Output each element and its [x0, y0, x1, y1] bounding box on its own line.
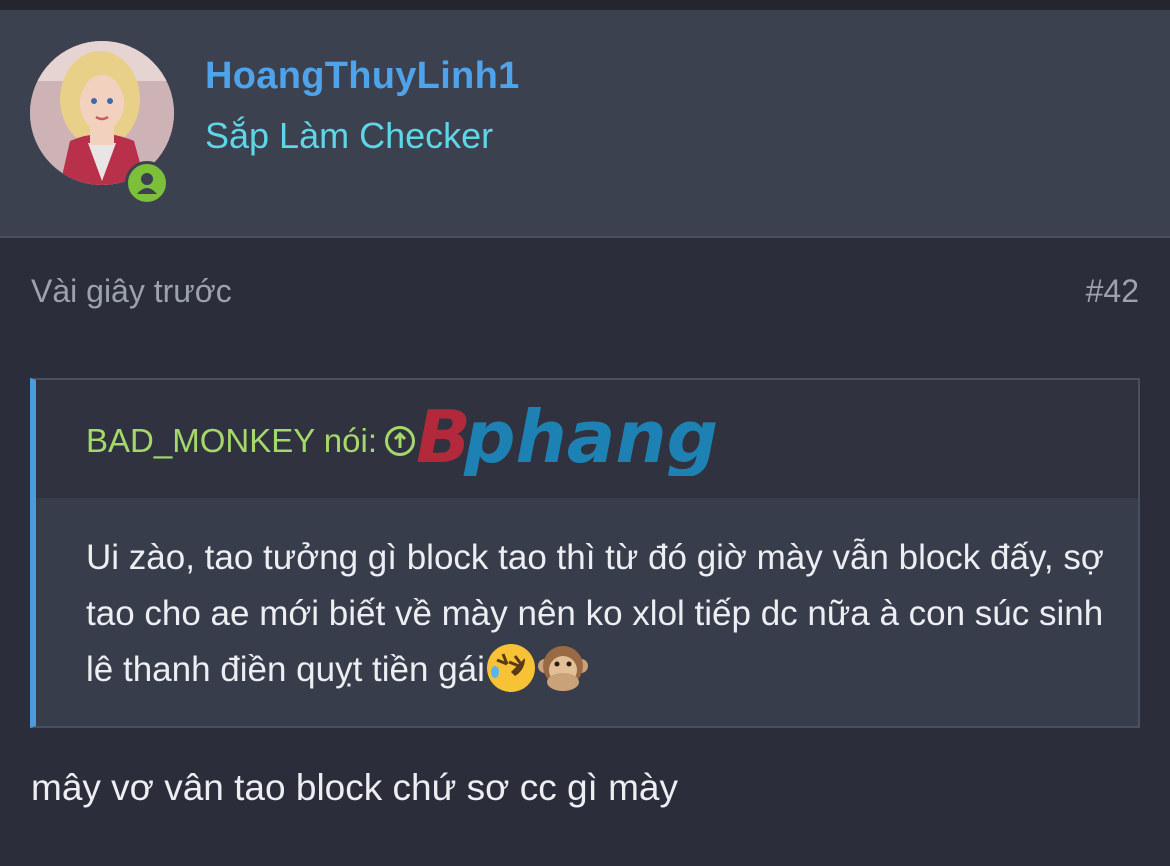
- speak-no-evil-monkey-emoji: [537, 645, 588, 691]
- post-number-link[interactable]: #42: [1086, 273, 1139, 310]
- rolling-on-floor-laughing-emoji: [486, 643, 535, 692]
- bphang-watermark-logo: B phang: [416, 396, 718, 476]
- online-status-icon: [125, 161, 169, 205]
- quote-author-label: BAD_MONKEY nói:: [86, 422, 378, 459]
- quote-text: Ui zào, tao tưởng gì block tao thì từ đó…: [86, 530, 1106, 698]
- quote-author-link[interactable]: BAD_MONKEY nói:: [86, 422, 416, 460]
- quote-text-content: Ui zào, tao tưởng gì block tao thì từ đó…: [86, 538, 1104, 689]
- username-link[interactable]: HoangThuyLinh1: [205, 55, 520, 98]
- arrow-up-circle-icon[interactable]: [385, 426, 416, 456]
- svg-text:phang: phang: [463, 396, 718, 476]
- user-title: Sắp Làm Checker: [205, 115, 494, 156]
- quote-block: BAD_MONKEY nói: B phang Ui zào, tao tưởn…: [30, 378, 1140, 728]
- post-author-header: HoangThuyLinh1 Sắp Làm Checker: [0, 10, 1170, 238]
- svg-text:B: B: [416, 396, 471, 476]
- quote-header: BAD_MONKEY nói: B phang: [36, 380, 1138, 498]
- post-body-text: mây vơ vân tao block chứ sơ cc gì mày: [31, 767, 679, 808]
- post-timestamp[interactable]: Vài giây trước: [31, 273, 232, 310]
- top-bar: [0, 0, 1170, 10]
